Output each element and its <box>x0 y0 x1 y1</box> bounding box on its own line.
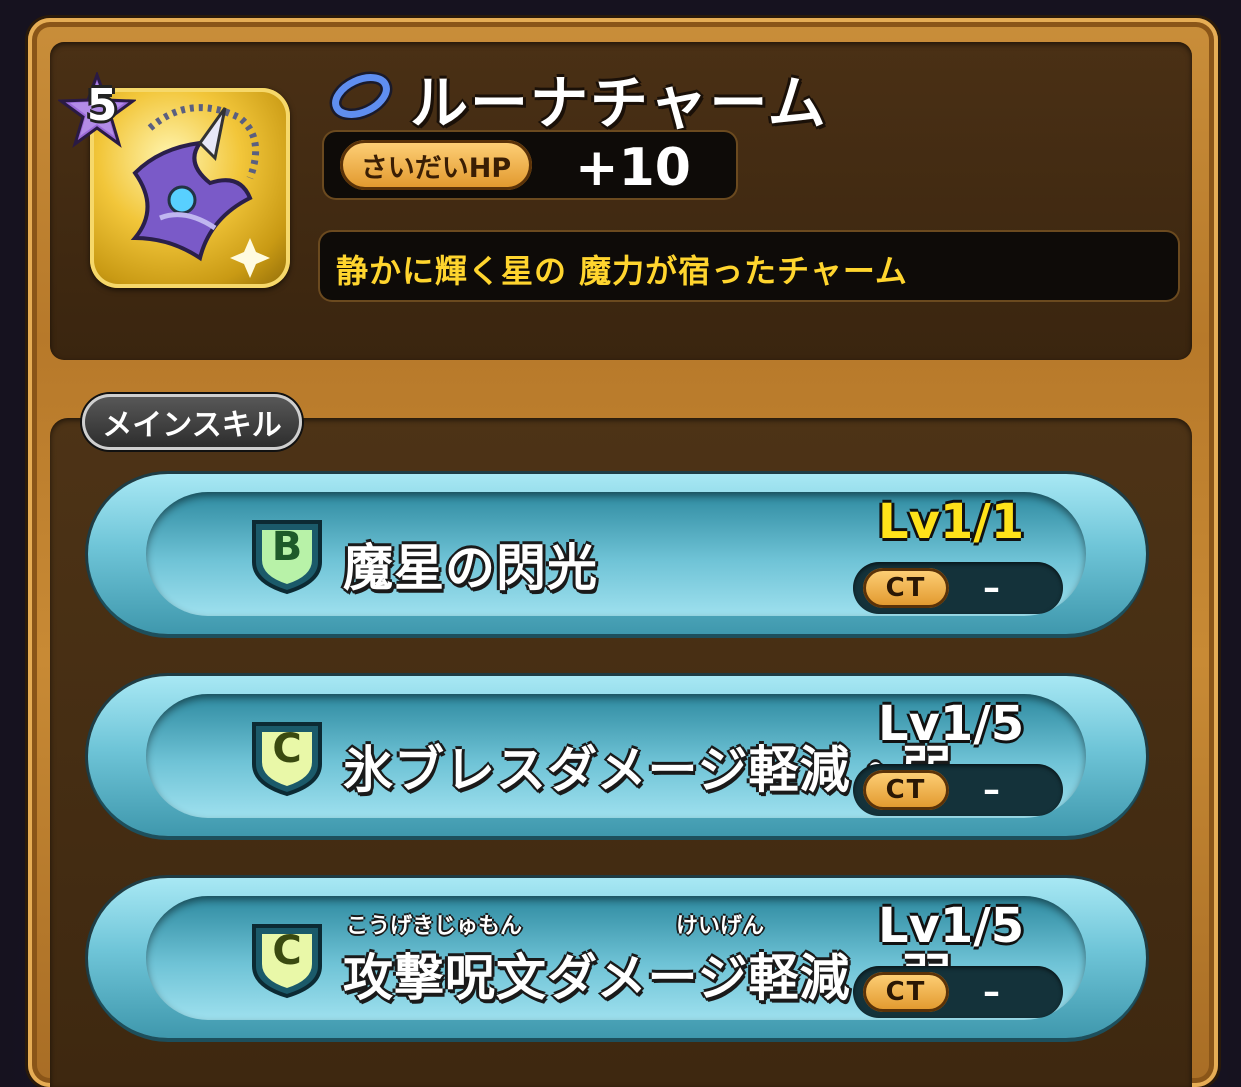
ct-badge: CT <box>863 770 949 810</box>
skill-level: Lv1/1 <box>878 494 1025 550</box>
skill-level: Lv1/5 <box>878 898 1025 954</box>
skill-rank: C <box>272 928 302 974</box>
skill-name: 魔星の閃光 <box>343 539 598 597</box>
ct-value: – <box>983 770 1000 810</box>
rarity-number: 5 <box>86 80 118 131</box>
skill-level: Lv1/5 <box>878 696 1025 752</box>
cooldown-bar: CT – <box>853 764 1063 816</box>
stat-label: さいだいHP <box>340 140 532 190</box>
skill-row[interactable]: C こうげきじゅもん けいげん 攻撃呪文ダメージ軽減・弱 Lv1/5 CT – <box>88 878 1146 1038</box>
skill-row[interactable]: B 魔星の閃光 Lv1/1 CT – <box>88 474 1146 634</box>
ct-badge: CT <box>863 568 949 608</box>
main-skill-tab[interactable]: メインスキル <box>82 394 302 450</box>
skill-rank: B <box>271 524 303 570</box>
cooldown-bar: CT – <box>853 966 1063 1018</box>
skill-name-ruby: こうげきじゅもん <box>346 914 523 939</box>
skill-row[interactable]: C 氷ブレスダメージ軽減・弱 Lv1/5 CT – <box>88 676 1146 836</box>
skill-rank: C <box>272 726 302 772</box>
skill-name-ruby: けいげん <box>676 914 765 939</box>
stat-value: +10 <box>575 138 691 198</box>
cooldown-bar: CT – <box>853 562 1063 614</box>
accessory-ring-icon <box>329 71 393 120</box>
item-description: 静かに輝く星の 魔力が宿ったチャーム <box>336 252 908 290</box>
item-name: ルーナチャーム <box>410 69 828 137</box>
ct-value: – <box>983 568 1000 608</box>
ct-value: – <box>983 972 1000 1012</box>
ct-badge: CT <box>863 972 949 1012</box>
